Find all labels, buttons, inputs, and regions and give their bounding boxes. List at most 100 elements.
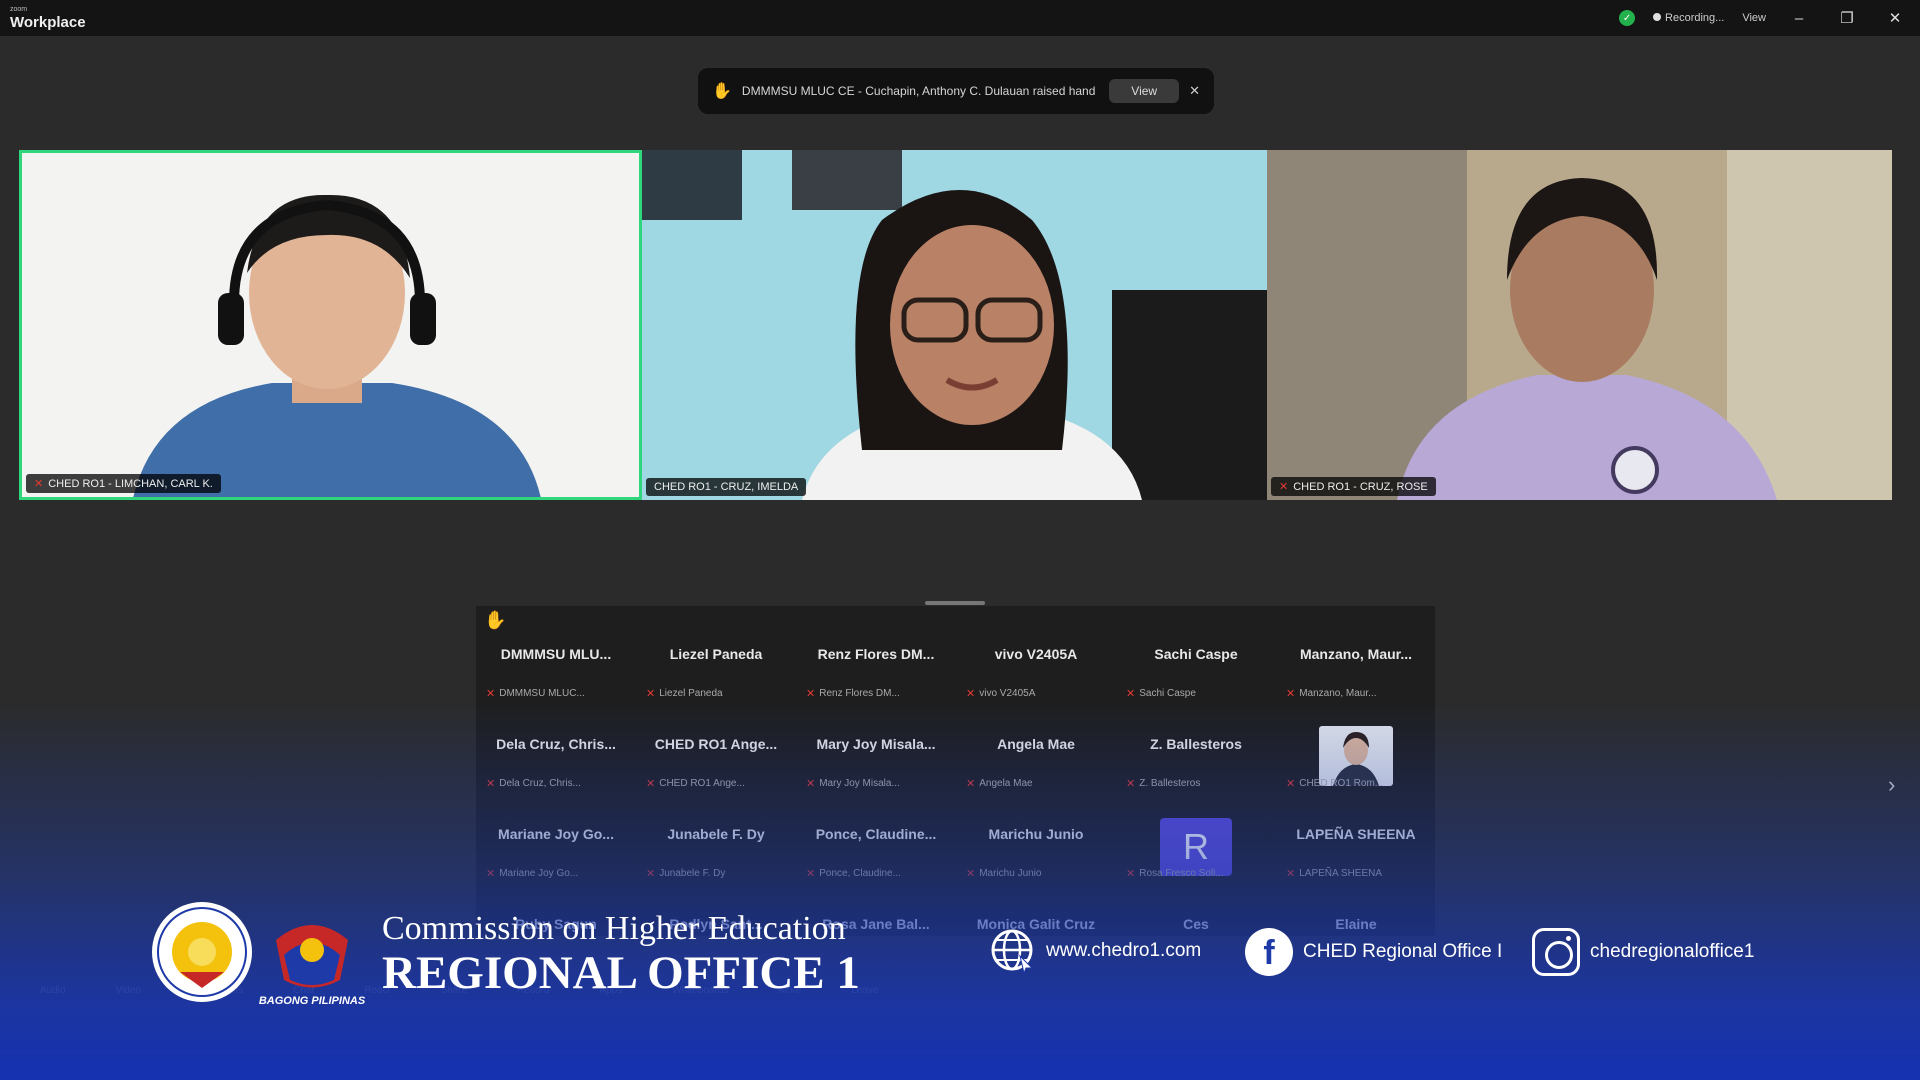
participant-gallery: ✋ DMMMSU MLU... ✕ DMMMSU MLUC... Liezel Pan… — [476, 606, 1435, 936]
video-name-tag: ✕ CHED RO1 - LIMCHAN, CARL K. — [26, 474, 221, 493]
participant-name-tag-text: LAPEÑA SHEENA — [1299, 868, 1383, 879]
ched-seal-logo — [152, 902, 252, 1002]
participant-name-tag: ✕ Mary Joy Misala... — [806, 777, 900, 790]
mic-muted-icon: ✕ — [1286, 778, 1296, 790]
participant-tile[interactable]: Junabele F. Dy ✕ Junabele F. Dy — [636, 814, 796, 904]
participant-video-man — [133, 194, 541, 497]
participant-tile[interactable]: vivo V2405A ✕ vivo V2405A — [956, 634, 1116, 724]
organization-name: Commission on Higher Education REGIONAL … — [382, 910, 860, 998]
participant-tile[interactable]: Marichu Junio ✕ Marichu Junio — [956, 814, 1116, 904]
participant-name-tag-text: Ponce, Claudine... — [819, 868, 901, 879]
mic-muted-icon: ✕ — [966, 688, 976, 700]
participant-tile[interactable]: Mariane Joy Go... ✕ Mariane Joy Go... — [476, 814, 636, 904]
participant-video-woman-headset — [1267, 150, 1892, 500]
maximize-button[interactable]: ❐ — [1832, 9, 1862, 27]
participant-tile[interactable]: Manzano, Maur... ✕ Manzano, Maur... — [1276, 634, 1435, 724]
participant-tile[interactable]: Z. Ballesteros ✕ Z. Ballesteros — [1116, 724, 1276, 814]
participant-display-name: Liezel Paneda — [669, 646, 763, 662]
mic-muted-icon: ✕ — [806, 778, 816, 790]
mic-muted-icon: ✕ — [1286, 688, 1296, 700]
participant-display-name: Renz Flores DM... — [817, 646, 935, 662]
video-name-tag: CHED RO1 - CRUZ, IMELDA — [646, 478, 807, 496]
participant-name-tag: ✕ CHED RO1 Rom... — [1286, 777, 1383, 790]
participant-name-tag: ✕ Ponce, Claudine... — [806, 867, 901, 880]
participant-name-tag-text: Renz Flores DM... — [819, 688, 900, 699]
raised-hand-notification: ✋ DMMMSU MLUC CE - Cuchapin, Anthony C. … — [698, 68, 1214, 114]
notification-close-button[interactable]: ✕ — [1189, 83, 1200, 99]
participant-name-tag: ✕ Rosa Fresco Soli... — [1126, 867, 1224, 880]
participant-tile[interactable]: LAPEÑA SHEENA ✕ LAPEÑA SHEENA — [1276, 814, 1435, 904]
mic-muted-icon: ✕ — [486, 868, 496, 880]
mic-muted-icon: ✕ — [646, 868, 656, 880]
participant-name-tag: ✕ Marichu Junio — [966, 867, 1041, 880]
participant-name-tag-text: Marichu Junio — [979, 868, 1042, 879]
participant-name-tag: ✕ CHED RO1 Ange... — [646, 777, 745, 790]
participant-tile[interactable]: Liezel Paneda ✕ Liezel Paneda — [636, 634, 796, 724]
facebook-icon: f — [1245, 928, 1293, 976]
participant-name-tag-text: CHED RO1 Rom... — [1299, 778, 1384, 789]
participant-tile[interactable]: Ponce, Claudine... ✕ Ponce, Claudine... — [796, 814, 956, 904]
close-window-button[interactable]: ✕ — [1880, 9, 1910, 27]
recording-status[interactable]: Recording... — [1653, 12, 1724, 24]
facebook-contact[interactable]: f CHED Regional Office I — [1245, 928, 1502, 976]
participant-display-name: Mary Joy Misala... — [816, 736, 936, 752]
mic-muted-icon: ✕ — [806, 688, 816, 700]
title-bar: zoom Workplace ✓ Recording... View – ❐ ✕ — [0, 0, 1920, 36]
participant-display-name: Dela Cruz, Chris... — [496, 736, 616, 752]
org-line-2: REGIONAL OFFICE 1 — [382, 947, 860, 999]
website-contact[interactable]: www.chedro1.com — [990, 928, 1201, 974]
participant-name-tag-text: DMMMSU MLUC... — [499, 688, 585, 699]
mic-muted-icon: ✕ — [486, 778, 496, 790]
mic-muted-icon: ✕ — [1279, 481, 1289, 493]
mic-muted-icon: ✕ — [1126, 688, 1136, 700]
instagram-contact[interactable]: chedregionaloffice1 — [1532, 928, 1754, 976]
participant-display-name: Angela Mae — [997, 736, 1075, 752]
participant-display-name: Mariane Joy Go... — [498, 826, 614, 842]
participant-name-tag-text: Mary Joy Misala... — [819, 778, 900, 789]
mic-muted-icon: ✕ — [646, 688, 656, 700]
security-shield-icon[interactable]: ✓ — [1619, 10, 1636, 26]
instagram-icon — [1532, 928, 1580, 976]
participant-display-name: Sachi Caspe — [1154, 646, 1238, 662]
mic-muted-icon: ✕ — [1126, 868, 1136, 880]
participant-name-tag: ✕ Renz Flores DM... — [806, 687, 900, 700]
next-page-chevron-icon[interactable]: › — [1888, 772, 1895, 798]
participant-name-tag: ✕ Junabele F. Dy — [646, 867, 725, 880]
participant-tile[interactable]: Angela Mae ✕ Angela Mae — [956, 724, 1116, 814]
video-tile-2[interactable]: CHED RO1 - CRUZ, IMELDA — [642, 150, 1267, 500]
participant-tile[interactable]: Sachi Caspe ✕ Sachi Caspe — [1116, 634, 1276, 724]
raised-hand-icon: ✋ — [712, 83, 732, 100]
mic-muted-icon: ✕ — [34, 478, 44, 490]
view-menu[interactable]: View — [1742, 12, 1766, 24]
participant-display-name: Manzano, Maur... — [1299, 646, 1412, 662]
participant-tile[interactable]: Mary Joy Misala... ✕ Mary Joy Misala... — [796, 724, 956, 814]
minimize-button[interactable]: – — [1784, 10, 1814, 27]
mic-muted-icon: ✕ — [646, 778, 656, 790]
participant-name-tag: ✕ Manzano, Maur... — [1286, 687, 1376, 700]
participant-name-tag: ✕ Sachi Caspe — [1126, 687, 1196, 700]
participant-tile[interactable]: CHED RO1 Ange... ✕ CHED RO1 Ange... — [636, 724, 796, 814]
participant-name-tag-text: Rosa Fresco Soli... — [1139, 868, 1224, 879]
participant-tile[interactable]: Dela Cruz, Chris... ✕ Dela Cruz, Chris... — [476, 724, 636, 814]
participant-display-name: Ponce, Claudine... — [815, 826, 937, 842]
participant-name-tag: ✕ DMMMSU MLUC... — [486, 687, 585, 700]
org-line-1: Commission on Higher Education — [382, 910, 846, 947]
video-tile-3[interactable]: ✕ CHED RO1 - CRUZ, ROSE — [1267, 150, 1892, 500]
video-tile-active-speaker[interactable]: ✕ CHED RO1 - LIMCHAN, CARL K. — [19, 150, 642, 500]
gallery-resize-handle[interactable] — [925, 601, 985, 605]
app-brand: zoom — [10, 6, 28, 13]
notification-message: DMMMSU MLUC CE - Cuchapin, Anthony C. Du… — [741, 84, 1096, 98]
participant-tile[interactable]: ✕ CHED RO1 Rom... — [1276, 724, 1435, 814]
svg-text:BAGONG PILIPINAS: BAGONG PILIPINAS — [259, 995, 366, 1007]
participant-tile[interactable]: Renz Flores DM... ✕ Renz Flores DM... — [796, 634, 956, 724]
website-url: www.chedro1.com — [1046, 940, 1202, 961]
mic-muted-icon: ✕ — [486, 688, 496, 700]
globe-icon — [991, 929, 1034, 974]
participant-tile[interactable]: DMMMSU MLU... ✕ DMMMSU MLUC... — [476, 634, 636, 724]
participant-name-tag-text: Z. Ballesteros — [1139, 778, 1201, 789]
participant-display-name: CHED RO1 Ange... — [654, 736, 778, 752]
participant-tile[interactable]: R ✕ Rosa Fresco Soli... — [1116, 814, 1276, 904]
title-bar-controls: ✓ Recording... View – ❐ ✕ — [1619, 9, 1910, 27]
facebook-page-name: CHED Regional Office I — [1303, 941, 1503, 962]
notification-view-button[interactable]: View — [1109, 79, 1180, 103]
